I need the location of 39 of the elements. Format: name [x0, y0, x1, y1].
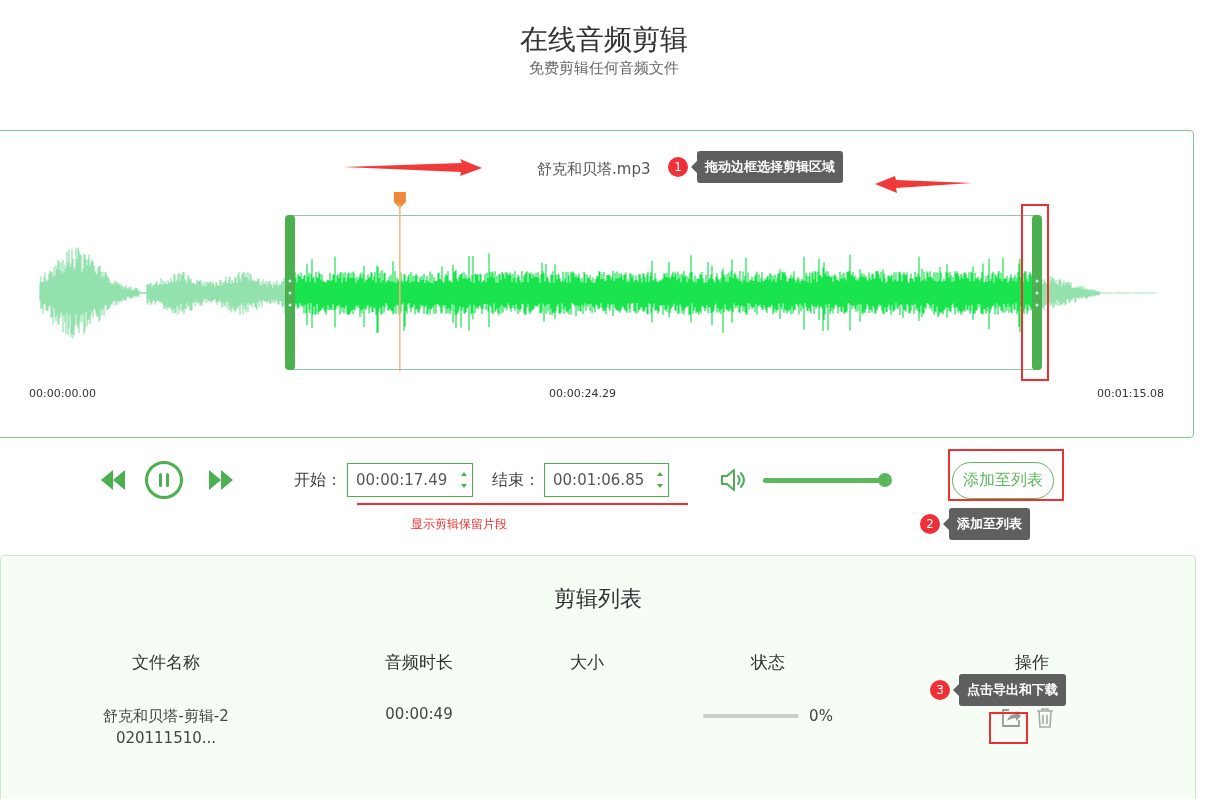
time-label: 00:00:24.29	[549, 387, 616, 400]
column-header: 文件名称	[132, 652, 200, 672]
tooltip: 添加至列表	[943, 508, 1030, 540]
share-icon[interactable]	[1000, 707, 1022, 729]
step-badge: 1	[668, 157, 688, 177]
volume-slider[interactable]	[763, 473, 892, 487]
time-label: 00:01:15.08	[1097, 387, 1164, 400]
column-header: 音频时长	[385, 652, 453, 672]
start-label: 开始：	[294, 469, 342, 491]
tooltip: 拖动边框选择剪辑区域	[691, 151, 843, 183]
spinner-icon[interactable]	[460, 470, 468, 490]
slider-thumb[interactable]	[878, 473, 892, 487]
column-header: 操作	[1015, 652, 1049, 672]
column-header: 状态	[751, 652, 785, 672]
trim-handle[interactable]	[1032, 215, 1042, 370]
clip-duration: 00:00:49	[385, 705, 453, 723]
spinner-icon[interactable]	[656, 470, 664, 490]
annotation-note: 显示剪辑保留片段	[411, 516, 507, 533]
start-time-field[interactable]: 00:00:17.49	[347, 463, 473, 497]
highlight-frame	[989, 712, 1028, 744]
clip-list-title: 剪辑列表	[553, 585, 643, 613]
tooltip: 点击导出和下载	[953, 674, 1066, 706]
audio-file-name: 舒克和贝塔.mp3	[537, 160, 651, 179]
step-badge: 2	[920, 514, 940, 534]
end-time-field[interactable]: 00:01:06.85	[544, 463, 669, 497]
trash-icon[interactable]	[1036, 707, 1054, 729]
playhead-marker[interactable]	[393, 192, 406, 371]
progress-percent: 0%	[809, 707, 833, 725]
speaker-icon[interactable]	[720, 467, 748, 493]
fast-forward-icon[interactable]	[207, 468, 235, 492]
page-title: 在线音频剪辑	[520, 22, 688, 58]
pause-button[interactable]	[144, 460, 184, 500]
column-header: 大小	[570, 652, 604, 672]
page-subtitle: 免费剪辑任何音频文件	[529, 58, 679, 78]
end-label: 结束：	[492, 469, 540, 491]
time-label: 00:00:00.00	[29, 387, 96, 400]
rewind-icon[interactable]	[99, 468, 127, 492]
clip-file-name: 舒克和贝塔-剪辑-2020111510...	[102, 706, 230, 749]
trim-handle[interactable]	[285, 215, 295, 370]
